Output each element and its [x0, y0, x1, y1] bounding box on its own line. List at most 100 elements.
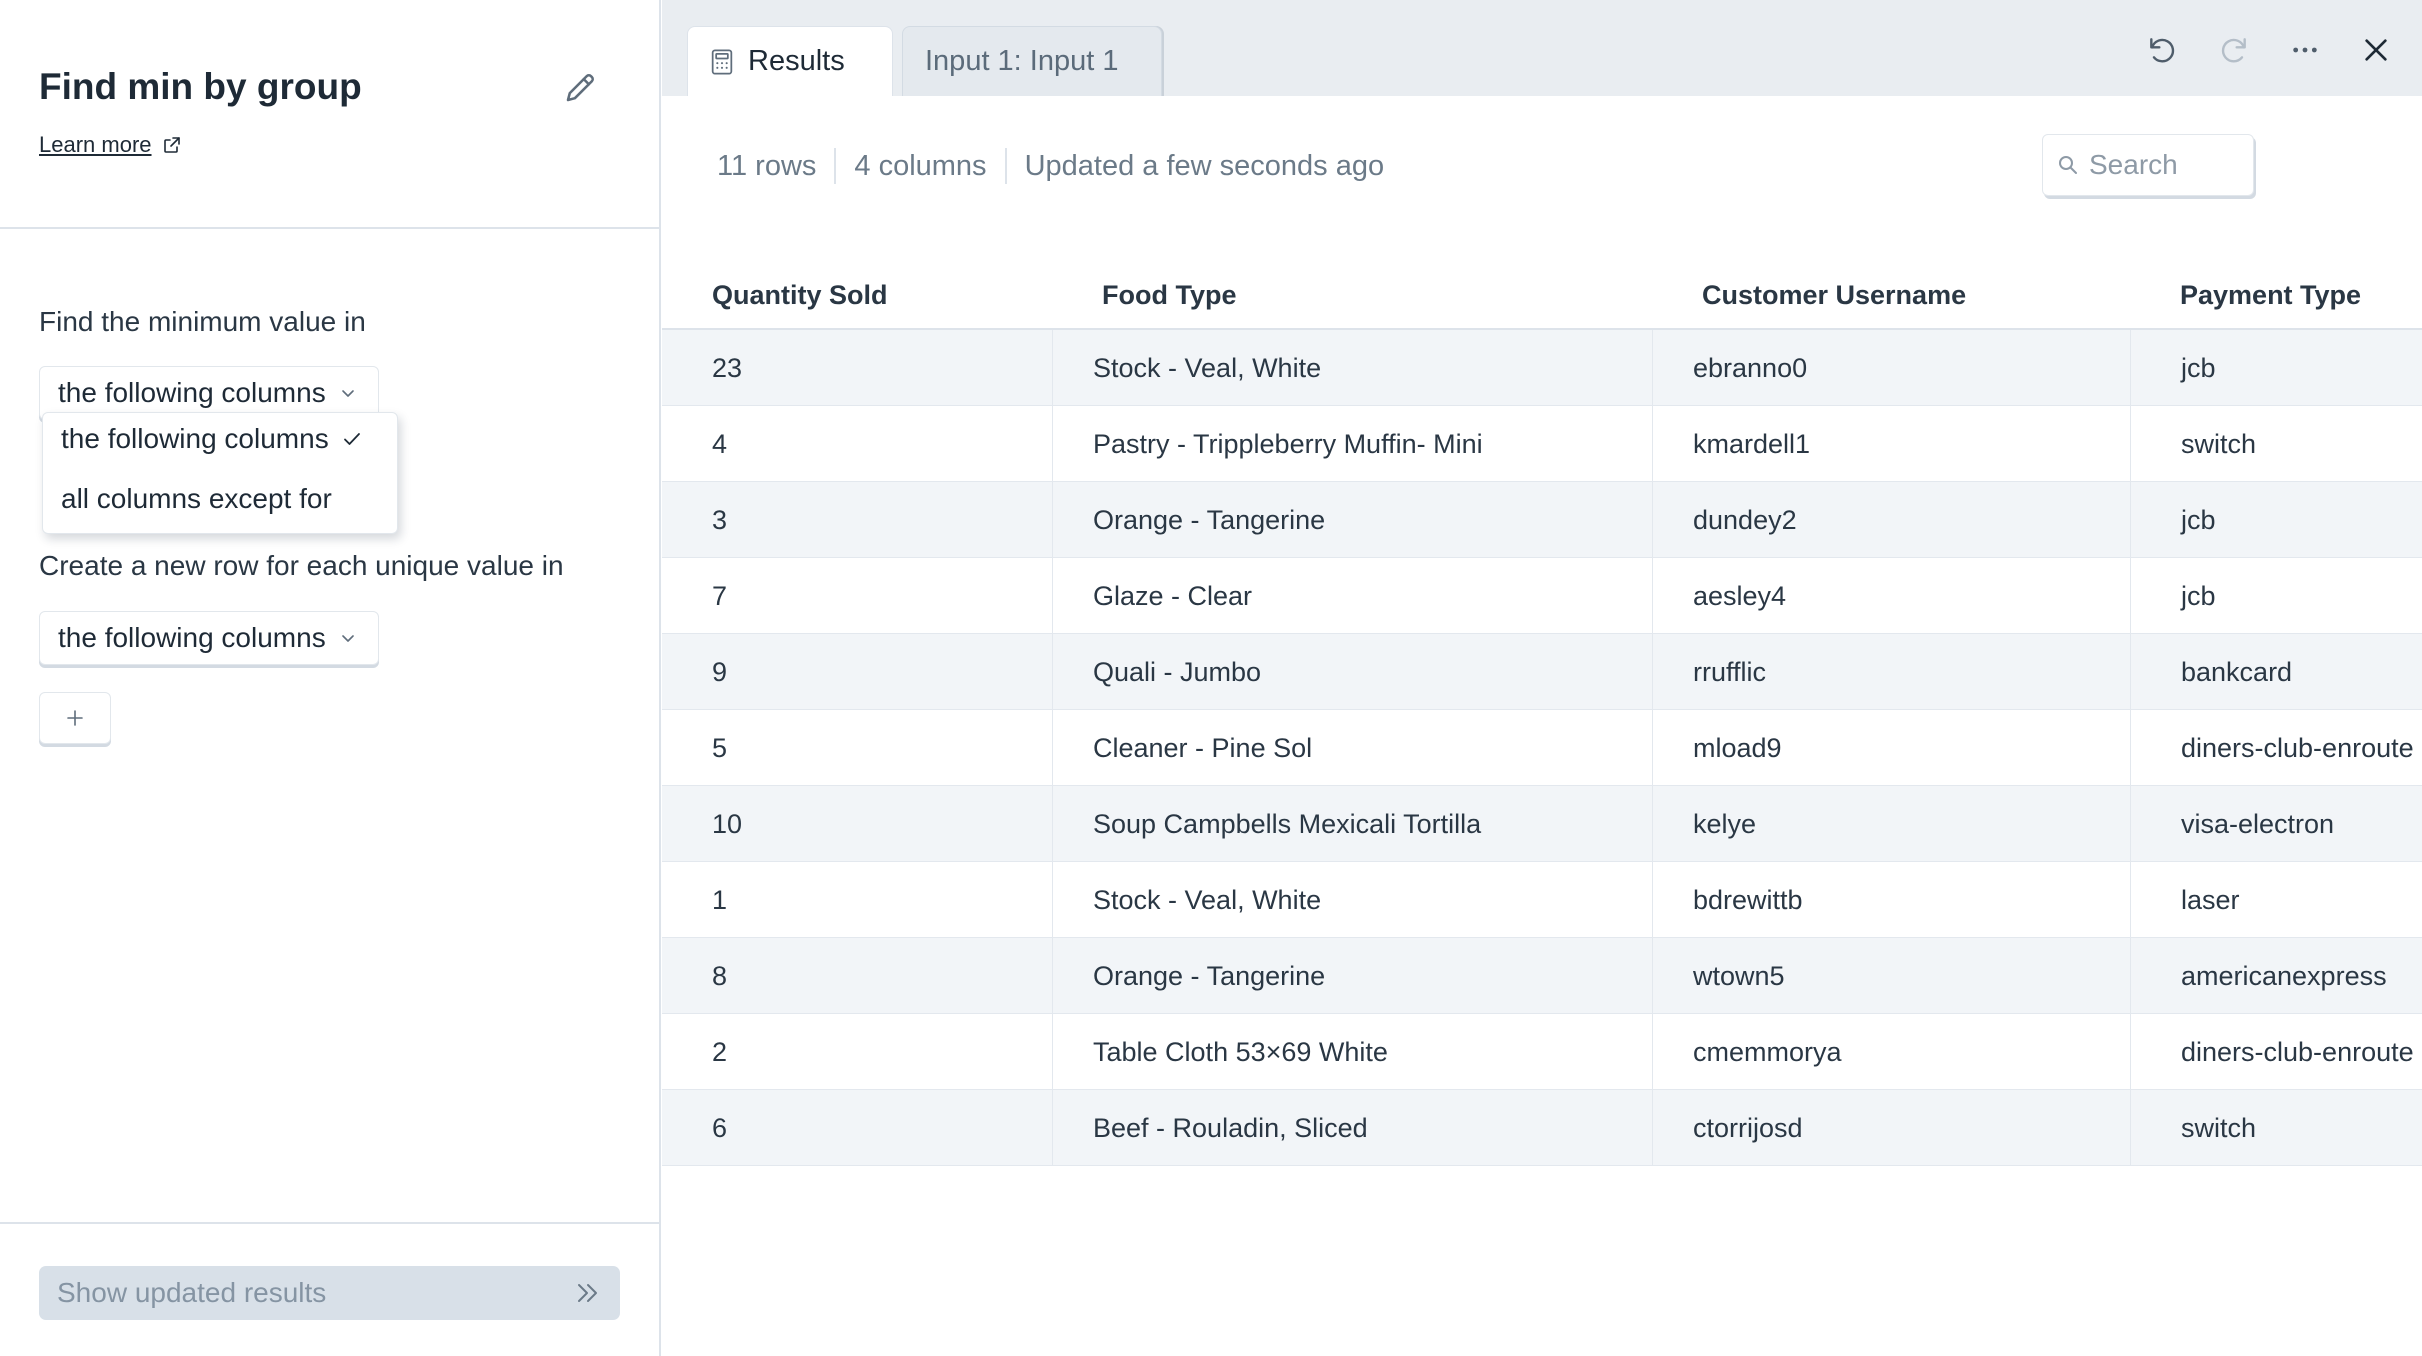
min-columns-select-value: the following columns: [58, 377, 326, 408]
cell-payment-type: americanexpress: [2130, 938, 2422, 1014]
table-row: 8 Orange - Tangerine wtown5 americanexpr…: [662, 938, 2422, 1014]
close-icon[interactable]: [2356, 30, 2396, 70]
undo-icon[interactable]: [2142, 30, 2182, 70]
menu-option-following-columns[interactable]: the following columns: [61, 423, 363, 455]
tab-results-label: Results: [748, 45, 845, 77]
cell-customer-username: kmardell1: [1652, 406, 2130, 482]
cell-customer-username: dundey2: [1652, 482, 2130, 558]
panel-footer: Show updated results: [0, 1222, 659, 1356]
cell-customer-username: mload9: [1652, 710, 2130, 786]
menu-option-label: all columns except for: [61, 483, 332, 514]
cell-quantity-sold: 7: [712, 580, 728, 611]
cell-quantity-sold: 23: [712, 352, 743, 383]
cell-payment-type: jcb: [2130, 330, 2422, 406]
external-link-icon: [163, 137, 180, 153]
menu-option-all-except[interactable]: all columns except for: [61, 483, 332, 515]
tab-input-label: Input 1: Input 1: [925, 45, 1119, 77]
table-row: 10 Soup Campbells Mexicali Tortilla kely…: [662, 786, 2422, 862]
cell-customer-username: cmemmorya: [1652, 1014, 2130, 1090]
table-row: 3 Orange - Tangerine dundey2 jcb: [662, 482, 2422, 558]
tab-results[interactable]: Results: [687, 26, 893, 96]
cell-food-type: Glaze - Clear: [1052, 558, 1652, 634]
cell-food-type: Orange - Tangerine: [1052, 938, 1652, 1014]
config-panel: Find min by group Learn more Find the mi…: [0, 0, 661, 1356]
cell-quantity-sold: 10: [712, 808, 743, 839]
cell-payment-type: visa-electron: [2130, 786, 2422, 862]
table-row: 1 Stock - Veal, White bdrewittb laser: [662, 862, 2422, 938]
table-row: 7 Glaze - Clear aesley4 jcb: [662, 558, 2422, 634]
table-row: 2 Table Cloth 53×69 White cmemmorya dine…: [662, 1014, 2422, 1090]
cell-food-type: Stock - Veal, White: [1052, 862, 1652, 938]
cell-food-type: Soup Campbells Mexicali Tortilla: [1052, 786, 1652, 862]
step-title: Find min by group: [39, 66, 362, 107]
learn-more-label: Learn more: [39, 132, 152, 157]
column-count: 4 columns: [854, 149, 987, 182]
cell-customer-username: aesley4: [1652, 558, 2130, 634]
chevron-down-icon: [341, 390, 354, 397]
tab-bar: Results Input 1: Input 1: [662, 0, 2422, 96]
column-header-customer-username[interactable]: Customer Username: [1702, 280, 1966, 311]
group-by-label: Create a new row for each unique value i…: [39, 550, 564, 581]
table-row: 23 Stock - Veal, White ebranno0 jcb: [662, 330, 2422, 406]
learn-more-link[interactable]: Learn more: [39, 132, 182, 158]
updated-status: Updated a few seconds ago: [1024, 149, 1385, 182]
checkmark-icon: [343, 433, 360, 445]
search-box[interactable]: [2042, 134, 2254, 196]
cell-payment-type: switch: [2130, 406, 2422, 482]
cell-payment-type: jcb: [2130, 558, 2422, 634]
plus-icon: [67, 710, 83, 726]
show-results-label: Show updated results: [57, 1277, 327, 1308]
results-table: Quantity Sold Food Type Customer Usernam…: [662, 258, 2422, 1166]
tab-input-1[interactable]: Input 1: Input 1: [902, 26, 1162, 96]
table-row: 6 Beef - Rouladin, Sliced ctorrijosd swi…: [662, 1090, 2422, 1166]
cell-customer-username: bdrewittb: [1652, 862, 2130, 938]
cell-quantity-sold: 6: [712, 1112, 728, 1143]
divider: [834, 148, 837, 184]
column-header-food-type[interactable]: Food Type: [1102, 280, 1237, 311]
search-icon: [2059, 156, 2077, 174]
table-row: 5 Cleaner - Pine Sol mload9 diners-club-…: [662, 710, 2422, 786]
cell-payment-type: jcb: [2130, 482, 2422, 558]
cell-food-type: Beef - Rouladin, Sliced: [1052, 1090, 1652, 1166]
cell-food-type: Orange - Tangerine: [1052, 482, 1652, 558]
cell-payment-type: bankcard: [2130, 634, 2422, 710]
cell-customer-username: rrufflic: [1652, 634, 2130, 710]
cell-payment-type: switch: [2130, 1090, 2422, 1166]
search-input[interactable]: [2089, 149, 2239, 181]
table-header: Quantity Sold Food Type Customer Usernam…: [662, 258, 2422, 330]
results-panel: Results Input 1: Input 1 11 rows 4 colum…: [662, 0, 2422, 1356]
cell-payment-type: diners-club-enroute: [2130, 1014, 2422, 1090]
cell-food-type: Quali - Jumbo: [1052, 634, 1652, 710]
double-chevron-right-icon: [578, 1284, 597, 1302]
redo-icon[interactable]: [2214, 30, 2254, 70]
cell-payment-type: laser: [2130, 862, 2422, 938]
cell-quantity-sold: 2: [712, 1036, 728, 1067]
cell-customer-username: kelye: [1652, 786, 2130, 862]
row-count: 11 rows: [717, 149, 817, 182]
panel-header: Find min by group Learn more: [0, 0, 659, 229]
cell-food-type: Cleaner - Pine Sol: [1052, 710, 1652, 786]
column-mode-menu: the following columns all columns except…: [42, 412, 398, 534]
cell-food-type: Pastry - Trippleberry Muffin- Mini: [1052, 406, 1652, 482]
cell-quantity-sold: 4: [712, 428, 728, 459]
chevron-down-icon: [341, 635, 354, 642]
cell-food-type: Table Cloth 53×69 White: [1052, 1014, 1652, 1090]
column-header-quantity-sold[interactable]: Quantity Sold: [712, 280, 888, 311]
menu-option-label: the following columns: [61, 423, 329, 454]
cell-quantity-sold: 3: [712, 504, 728, 535]
column-header-payment-type[interactable]: Payment Type: [2180, 280, 2361, 311]
more-icon[interactable]: [2285, 30, 2325, 70]
min-value-label: Find the minimum value in: [39, 306, 366, 337]
calculator-icon: [711, 48, 733, 75]
table-row: 4 Pastry - Trippleberry Muffin- Mini kma…: [662, 406, 2422, 482]
cell-quantity-sold: 5: [712, 732, 728, 763]
cell-customer-username: wtown5: [1652, 938, 2130, 1014]
group-columns-select[interactable]: the following columns: [39, 611, 379, 665]
show-updated-results-button[interactable]: Show updated results: [39, 1266, 620, 1320]
table-row: 9 Quali - Jumbo rrufflic bankcard: [662, 634, 2422, 710]
edit-title-icon[interactable]: [562, 70, 598, 106]
cell-quantity-sold: 1: [712, 884, 728, 915]
cell-quantity-sold: 9: [712, 656, 728, 687]
cell-customer-username: ctorrijosd: [1652, 1090, 2130, 1166]
add-column-button[interactable]: [39, 692, 111, 744]
